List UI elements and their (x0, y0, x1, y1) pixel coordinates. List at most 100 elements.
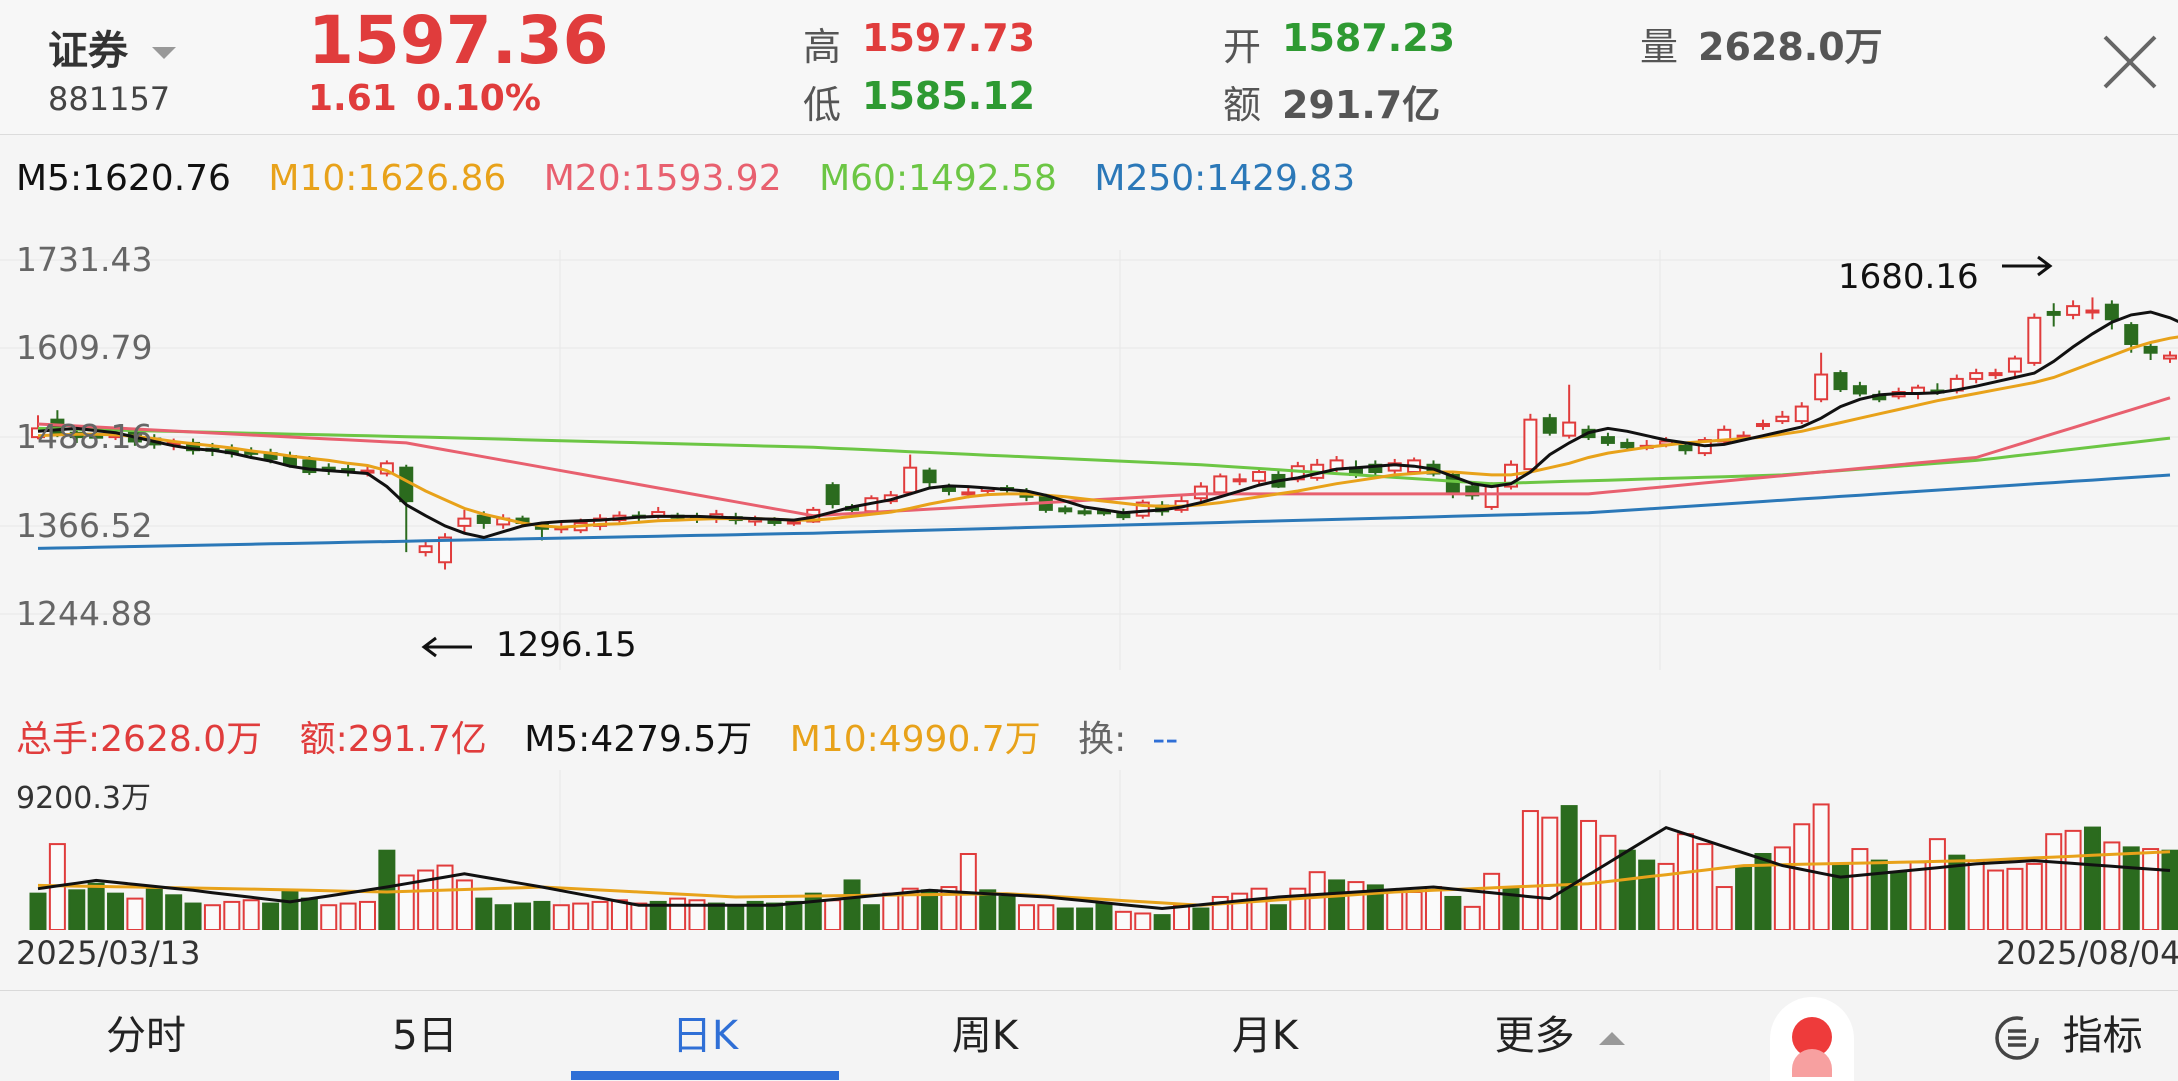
dropdown-caret-icon[interactable] (152, 47, 176, 59)
ma5-line (38, 312, 2178, 538)
stock-name[interactable]: 证券 (48, 18, 176, 76)
volume-bar (864, 905, 879, 930)
volume-bar (554, 905, 569, 930)
volume-bar (1329, 880, 1344, 930)
candle-body (1214, 476, 1226, 492)
volume-legend: 总手:2628.0万 额:291.7亿 M5:4279.5万 M10:4990.… (16, 710, 1204, 762)
volume-bar (2143, 849, 2158, 930)
candle-body (2028, 318, 2040, 363)
volume-bar (263, 904, 278, 930)
stock-code: 881157 (48, 80, 170, 118)
candle (1059, 506, 1071, 515)
candle-body (2145, 347, 2157, 353)
candle-body (458, 519, 470, 526)
candle-body (1544, 418, 1556, 433)
volume-bar (1678, 834, 1693, 930)
tab-intraday[interactable]: 分时 (46, 991, 246, 1081)
period-tabs: 分时 5日 日K 周K 月K 更多 指标 (0, 990, 2178, 1081)
high-value: 1597.73 (862, 16, 1035, 60)
price-axis-label: 1609.79 (16, 328, 152, 367)
price-axis-label: 1366.52 (16, 506, 152, 545)
close-icon (2100, 32, 2160, 92)
price-change: 1.61 (308, 78, 397, 119)
candle (1815, 353, 1827, 402)
volume-bar (1348, 882, 1363, 930)
volume-bar (1077, 909, 1092, 930)
date-start: 2025/03/13 (16, 934, 200, 972)
candle (1563, 385, 1575, 439)
tab-weekly-k[interactable]: 周K (885, 991, 1085, 1081)
volume-bar (1930, 839, 1945, 930)
price-axis-label: 1731.43 (16, 240, 152, 279)
candle-body (1486, 487, 1498, 507)
candle (1776, 411, 1788, 424)
volume-bar (1542, 818, 1557, 930)
indicator-label: 指标 (2063, 1013, 2143, 1059)
candle-body (1602, 437, 1614, 443)
candle (904, 455, 916, 496)
volume-bar (845, 880, 860, 930)
candle (1137, 500, 1149, 519)
price-axis-label: 1244.88 (16, 594, 152, 633)
candle-body (1796, 407, 1808, 422)
volume-bar (2066, 831, 2081, 930)
tab-5day[interactable]: 5日 (325, 991, 525, 1081)
volume-bar (1736, 867, 1751, 930)
candle-body (1253, 472, 1265, 481)
candle (1214, 473, 1226, 495)
candle (1311, 459, 1323, 481)
volume-bar (1038, 905, 1053, 930)
ma20-line (38, 398, 2170, 516)
candle-body (1563, 423, 1575, 436)
candle (1990, 369, 2002, 379)
candle (1796, 402, 1808, 424)
candle-body (1757, 424, 1769, 426)
ma-legend: M5:1620.76 M10:1626.86 M20:1593.92 M60:1… (16, 158, 1381, 199)
tab-more[interactable]: 更多 (1440, 991, 1680, 1081)
candle (1234, 473, 1246, 485)
ma20-legend: M20:1593.92 (544, 158, 782, 199)
volume-chart[interactable]: 9200.3万 (0, 770, 2178, 930)
volume-axis-max: 9200.3万 (16, 781, 151, 816)
candle (439, 533, 451, 569)
active-tab-indicator (571, 1071, 839, 1080)
candle-body (2164, 356, 2176, 359)
volume-bar (321, 905, 336, 930)
candle-body (1776, 417, 1788, 421)
volume-bar (1794, 824, 1809, 930)
volume-bar (1116, 912, 1131, 930)
volume-bar (883, 894, 898, 930)
candle-body (478, 516, 490, 523)
price-marks (32, 297, 2178, 569)
record-button[interactable] (1770, 997, 1854, 1081)
volume-bar (922, 890, 937, 930)
candle-body (1990, 373, 2002, 375)
close-button[interactable] (2100, 32, 2160, 92)
turnover-value: -- (1152, 719, 1178, 760)
indicator-icon (1992, 1013, 2042, 1063)
low-value: 1585.12 (862, 74, 1035, 118)
volume-bar (612, 900, 627, 930)
tab-monthly-k[interactable]: 月K (1165, 991, 1365, 1081)
price-chart[interactable]: 1731.43 1609.79 1488.16 1366.52 1244.88 … (0, 230, 2178, 680)
candle-body (962, 492, 974, 494)
candle (420, 540, 432, 556)
volume-bar (1271, 905, 1286, 930)
candle (1835, 370, 1847, 392)
ma60-legend: M60:1492.58 (819, 158, 1057, 199)
volume-bar (31, 894, 46, 930)
volume-bar (2163, 851, 2178, 930)
candle-body (1059, 508, 1071, 511)
candle (1466, 484, 1478, 500)
candle-body (2106, 305, 2118, 320)
tab-daily-k[interactable]: 日K (605, 991, 805, 1081)
candle (2009, 356, 2021, 376)
turnover: 换:-- (1078, 719, 1204, 760)
candle (1757, 420, 1769, 430)
candle-body (2009, 359, 2021, 372)
volume-bar (108, 894, 123, 930)
indicator-button[interactable]: 指标 (1992, 991, 2143, 1081)
candle (827, 482, 839, 508)
candle-body (420, 546, 432, 552)
volume-bar (1155, 915, 1170, 930)
